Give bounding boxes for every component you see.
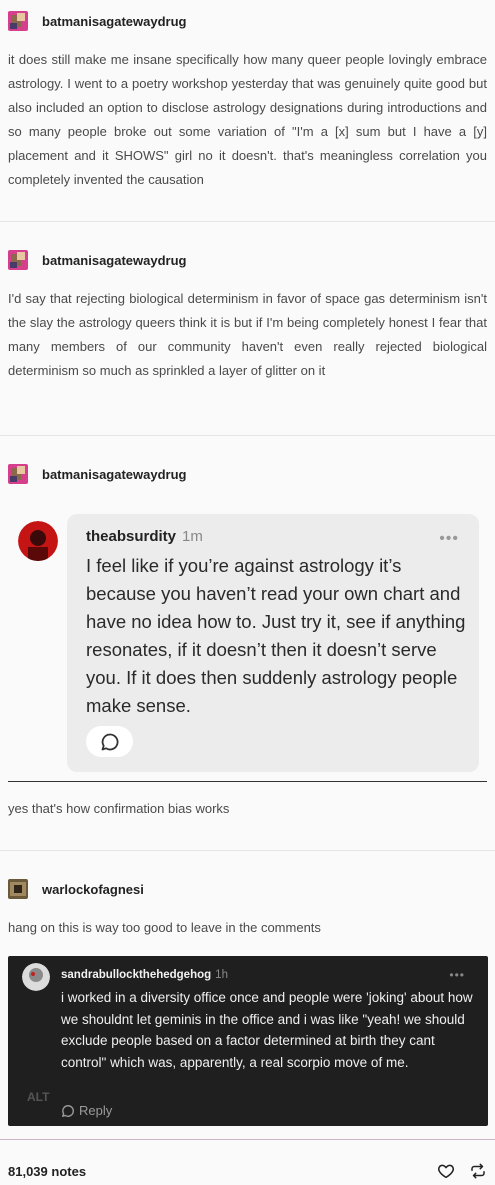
- embedded-username[interactable]: sandrabullockthehedgehog: [61, 969, 211, 981]
- post-4: warlockofagnesi: [0, 879, 495, 899]
- embedded-post-text: I feel like if you’re against astrology …: [86, 555, 466, 716]
- post-text: hang on this is way too good to leave in…: [8, 920, 321, 935]
- comment-icon: [101, 733, 118, 750]
- divider: [0, 221, 495, 222]
- username[interactable]: batmanisagatewaydrug: [42, 14, 187, 29]
- embedded-timestamp: 1h: [215, 969, 228, 981]
- embedded-post-header: theabsurdity 1m: [86, 528, 203, 545]
- comment-icon: [62, 1104, 74, 1117]
- embedded-comment-text: i worked in a diversity office once and …: [61, 990, 473, 1070]
- reply-link[interactable]: Reply: [61, 1103, 112, 1118]
- post-text: yes that's how confirmation bias works: [8, 801, 230, 816]
- post-header: batmanisagatewaydrug: [0, 250, 495, 270]
- post-header: batmanisagatewaydrug: [0, 11, 495, 31]
- post-header: warlockofagnesi: [0, 879, 495, 899]
- divider: [0, 850, 495, 851]
- embedded-timestamp: 1m: [182, 528, 203, 545]
- embedded-avatar[interactable]: [18, 521, 58, 561]
- embedded-username[interactable]: theabsurdity: [86, 528, 176, 545]
- post-actions: [437, 1162, 487, 1185]
- more-options-icon[interactable]: •••: [439, 530, 459, 548]
- notes-count[interactable]: 81,039 notes: [8, 1164, 86, 1179]
- divider: [8, 781, 487, 782]
- embedded-avatar[interactable]: [22, 963, 50, 991]
- post-text: I'd say that rejecting biological determ…: [8, 291, 487, 378]
- divider: [0, 435, 495, 436]
- post-1: batmanisagatewaydrug it does still make …: [0, 11, 495, 192]
- reply-button[interactable]: [86, 726, 133, 757]
- post-header: batmanisagatewaydrug: [0, 464, 495, 484]
- embedded-comment-header: sandrabullockthehedgehog 1h: [61, 969, 228, 981]
- username[interactable]: warlockofagnesi: [42, 882, 144, 897]
- username[interactable]: batmanisagatewaydrug: [42, 253, 187, 268]
- username[interactable]: batmanisagatewaydrug: [42, 467, 187, 482]
- post-text: it does still make me insane specificall…: [8, 52, 487, 187]
- avatar[interactable]: [8, 464, 28, 484]
- avatar[interactable]: [8, 879, 28, 899]
- heart-icon[interactable]: [437, 1162, 455, 1185]
- reblog-icon[interactable]: [469, 1162, 487, 1185]
- reply-label: Reply: [79, 1103, 113, 1118]
- post-2: batmanisagatewaydrug I'd say that reject…: [0, 250, 495, 383]
- post-3: batmanisagatewaydrug: [0, 464, 495, 484]
- alt-badge[interactable]: ALT: [27, 1090, 49, 1104]
- avatar[interactable]: [8, 11, 28, 31]
- more-options-icon[interactable]: •••: [449, 968, 465, 982]
- avatar[interactable]: [8, 250, 28, 270]
- divider: [0, 1139, 495, 1140]
